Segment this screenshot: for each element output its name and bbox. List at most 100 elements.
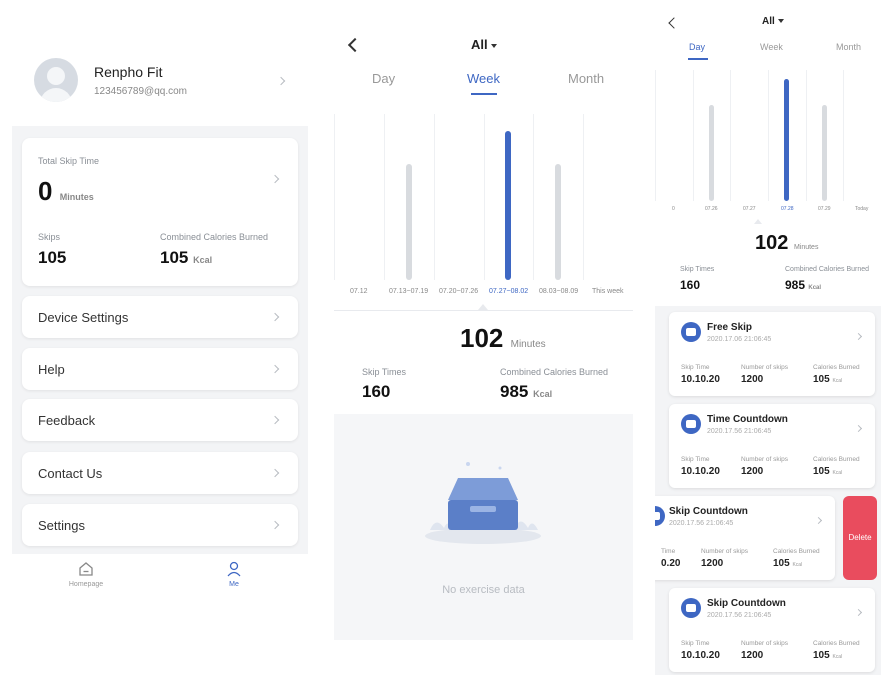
chart-x-label: 07.13~07.19 [389, 288, 429, 295]
record-title: Skip Countdown [707, 598, 786, 609]
record-date: 2020.17.56 21:06:45 [707, 428, 772, 435]
record-time-label: Time [661, 548, 676, 555]
calories-label: Combined Calories Burned [785, 266, 870, 273]
back-arrow-icon[interactable] [347, 37, 363, 53]
profile-header[interactable]: Renpho Fit 123456789@qq.com [12, 48, 308, 126]
chart-x-label: Today [855, 206, 869, 212]
record-date: 2020.17.06 21:06:45 [707, 336, 772, 343]
record-skips-label: Number of skips [741, 364, 788, 371]
tab-month[interactable]: Month [836, 42, 861, 52]
record-cal-label: Calories Burned [773, 548, 820, 555]
profile-email: 123456789@qq.com [94, 86, 187, 97]
person-icon [227, 561, 241, 577]
record-cal-value: 105 Kcal [813, 466, 843, 477]
menu-settings[interactable]: Settings [22, 504, 298, 546]
chart-x-label: 07.29 [818, 206, 831, 212]
tab-label: Me [229, 581, 239, 588]
chevron-right-icon [276, 76, 286, 86]
record-card-swiped[interactable]: Skip Countdown 2020.17.56 21:06:45 Time … [655, 496, 835, 580]
chart-grid-line [484, 114, 485, 280]
record-date: 2020.17.56 21:06:45 [669, 520, 734, 527]
day-screen: All Day Week Month 0 07.26 07.27 07.28 07.29… [655, 8, 881, 675]
delete-button[interactable]: Delete [843, 496, 877, 580]
record-cal-label: Calories Burned [813, 456, 860, 463]
record-title: Skip Countdown [669, 506, 748, 517]
filter-dropdown[interactable]: All [762, 16, 784, 27]
chart-bar[interactable] [555, 164, 561, 280]
chart-grid-line [693, 70, 694, 201]
record-time-value: 10.10.20 [681, 650, 720, 661]
menu-label: Contact Us [38, 466, 103, 481]
no-data-text: No exercise data [442, 584, 525, 596]
chart-grid-line [533, 114, 534, 280]
chart-x-label: 07.27~08.02 [489, 288, 529, 295]
skips-value: 105 [38, 248, 67, 267]
stats-card[interactable]: Total Skip Time 0 Minutes Skips 105 Comb… [22, 138, 298, 286]
tab-homepage[interactable]: Homepage [56, 560, 116, 588]
chart-bar[interactable] [505, 131, 511, 280]
chart-grid-line [384, 114, 385, 280]
menu-device-settings[interactable]: Device Settings [22, 296, 298, 338]
chart-bar[interactable] [406, 164, 412, 280]
chart-bar[interactable] [784, 79, 789, 201]
chevron-right-icon [270, 364, 280, 374]
chart-x-label: 07.27 [743, 206, 756, 212]
chart-x-label: This week [592, 288, 624, 295]
tab-month[interactable]: Month [568, 71, 604, 86]
record-type-icon [681, 598, 701, 618]
menu-contact-us[interactable]: Contact Us [22, 452, 298, 494]
chart-x-label: 07.26 [705, 206, 718, 212]
menu-label: Feedback [38, 413, 96, 428]
pointer-triangle [754, 219, 762, 224]
chart-grid-line [655, 70, 656, 201]
chart-bar[interactable] [709, 105, 714, 201]
tab-week[interactable]: Week [467, 71, 500, 86]
avatar [34, 58, 78, 102]
record-cal-value: 105 Kcal [773, 558, 803, 569]
chart-x-label: 07.12 [350, 288, 368, 295]
menu-feedback[interactable]: Feedback [22, 399, 298, 441]
chevron-right-icon [854, 332, 863, 341]
record-time-label: Skip Time [681, 364, 710, 371]
record-cal-label: Calories Burned [813, 364, 860, 371]
record-type-icon [681, 414, 701, 434]
record-card[interactable]: Skip Countdown 2020.17.56 21:06:45 Skip … [669, 588, 875, 672]
skips-label: Skips [38, 232, 61, 242]
empty-box-icon [425, 462, 541, 544]
chart-bar[interactable] [822, 105, 827, 201]
record-card[interactable]: Time Countdown 2020.17.56 21:06:45 Skip … [669, 404, 875, 488]
chart-x-label: 08.03~08.09 [539, 288, 579, 295]
chevron-right-icon [854, 608, 863, 617]
chart-grid-line [768, 70, 769, 201]
skip-times-value: 160 [362, 382, 391, 401]
record-time-label: Skip Time [681, 456, 710, 463]
record-skips-label: Number of skips [701, 548, 748, 555]
filter-dropdown[interactable]: All [471, 37, 497, 52]
record-title: Free Skip [707, 322, 753, 333]
profile-name: Renpho Fit [94, 64, 163, 80]
chart-grid-line [583, 114, 584, 280]
week-screen: All Day Week Month 07.12 07.13~07.19 07.20… [334, 22, 633, 640]
tab-week[interactable]: Week [760, 42, 783, 52]
tab-label: Homepage [68, 581, 104, 588]
chart-grid-line [434, 114, 435, 280]
tab-me[interactable]: Me [204, 560, 264, 588]
menu-label: Help [38, 362, 65, 377]
menu-help[interactable]: Help [22, 348, 298, 390]
record-type-icon [681, 322, 701, 342]
empty-state: No exercise data [334, 414, 633, 640]
record-type-icon [655, 506, 665, 526]
divider [334, 310, 633, 311]
tab-day[interactable]: Day [372, 71, 395, 86]
chart-grid-line [730, 70, 731, 201]
skip-times-value: 160 [680, 278, 701, 292]
calories-value: 985 Kcal [785, 278, 822, 292]
calories-label: Combined Calories Burned [160, 232, 269, 242]
record-title: Time Countdown [707, 414, 788, 425]
record-card[interactable]: Free Skip 2020.17.06 21:06:45 Skip Time … [669, 312, 875, 396]
record-cal-value: 105 Kcal [813, 374, 843, 385]
calories-label: Combined Calories Burned [500, 367, 609, 377]
tab-day[interactable]: Day [689, 42, 705, 52]
menu-label: Device Settings [38, 310, 129, 325]
chevron-right-icon [814, 516, 823, 525]
